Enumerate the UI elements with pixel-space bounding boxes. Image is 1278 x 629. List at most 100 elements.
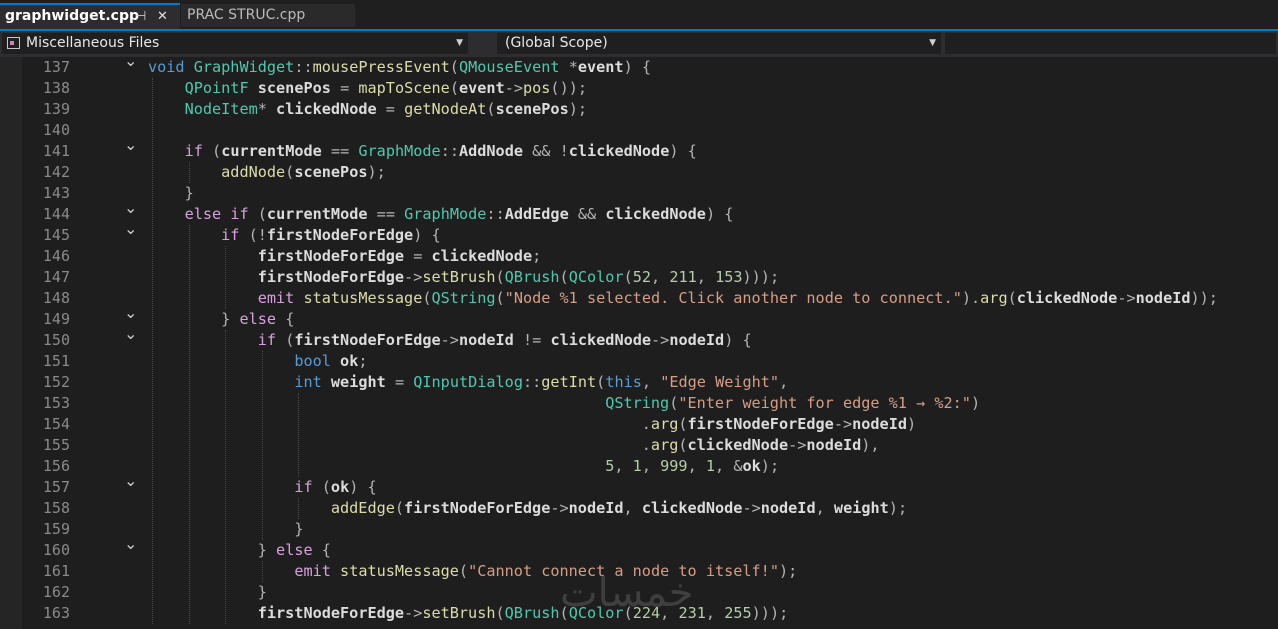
code-text[interactable]: addNode(scenePos); [148, 162, 386, 183]
code-line[interactable]: 153 QString("Enter weight for edge %1 → … [0, 393, 1278, 414]
code-text[interactable]: firstNodeForEdge = clickedNode; [148, 246, 542, 267]
line-number: 139 [42, 100, 70, 118]
navigation-bar: Miscellaneous Files ▼ (Global Scope) ▼ [0, 31, 1278, 57]
code-text[interactable]: 5, 1, 999, 1, &ok); [148, 456, 779, 477]
code-text[interactable]: QPointF scenePos = mapToScene(event->pos… [148, 78, 587, 99]
line-number: 142 [42, 163, 70, 181]
tab-label: PRAC STRUC.cpp [187, 7, 306, 23]
scope-dropdown-value: (Global Scope) [505, 35, 608, 51]
code-text[interactable]: if (firstNodeForEdge->nodeId != clickedN… [148, 330, 752, 351]
fold-chevron-icon[interactable]: ⌄ [124, 473, 137, 489]
line-number: 162 [42, 583, 70, 601]
code-line[interactable]: 140 [0, 120, 1278, 141]
code-line[interactable]: 142 addNode(scenePos); [0, 162, 1278, 183]
tab-graphwidget[interactable]: graphwidget.cpp ⊣ ✕ [0, 3, 180, 29]
code-text[interactable]: void GraphWidget::mousePressEvent(QMouse… [148, 57, 651, 78]
line-number: 141 [42, 142, 70, 160]
code-editor[interactable]: 137 ⌄ void GraphWidget::mousePressEvent(QM… [0, 57, 1278, 629]
line-number: 154 [42, 415, 70, 433]
watermark: خمسات [560, 570, 694, 616]
code-line[interactable]: 144 ⌄ else if (currentMode == GraphMode::… [0, 200, 1278, 225]
code-line[interactable]: 152 int weight = QInputDialog::getInt(th… [0, 372, 1278, 393]
line-number: 163 [42, 604, 70, 622]
code-line[interactable]: 138 QPointF scenePos = mapToScene(event-… [0, 78, 1278, 99]
code-text[interactable]: } [148, 519, 303, 540]
code-text[interactable]: } [148, 582, 267, 603]
fold-chevron-icon[interactable]: ⌄ [124, 536, 137, 552]
code-text[interactable]: bool ok; [148, 351, 367, 372]
line-number: 148 [42, 289, 70, 307]
code-line[interactable]: 159 } [0, 519, 1278, 540]
document-tab-bar: graphwidget.cpp ⊣ ✕ PRAC STRUC.cpp [0, 0, 1278, 31]
code-line[interactable]: 143 } [0, 183, 1278, 204]
code-line[interactable]: 137 ⌄ void GraphWidget::mousePressEvent(QM… [0, 57, 1278, 78]
project-dropdown[interactable]: Miscellaneous Files ▼ [2, 33, 468, 54]
line-number: 160 [42, 541, 70, 559]
code-text[interactable]: } else { [148, 540, 331, 561]
line-number: 140 [42, 121, 70, 139]
fold-chevron-icon[interactable]: ⌄ [124, 200, 137, 216]
code-text[interactable]: emit statusMessage("Cannot connect a nod… [148, 561, 797, 582]
code-text[interactable]: int weight = QInputDialog::getInt(this, … [148, 372, 788, 393]
line-number: 146 [42, 247, 70, 265]
line-number: 149 [42, 310, 70, 328]
line-number: 144 [42, 205, 70, 223]
code-line[interactable]: 141 ⌄ if (currentMode == GraphMode::AddNo… [0, 137, 1278, 162]
line-number: 161 [42, 562, 70, 580]
line-number: 152 [42, 373, 70, 391]
code-line[interactable]: 149 ⌄ } else { [0, 305, 1278, 330]
line-number: 147 [42, 268, 70, 286]
code-line[interactable]: 156 5, 1, 999, 1, &ok); [0, 456, 1278, 477]
code-line[interactable]: 146 firstNodeForEdge = clickedNode; [0, 246, 1278, 267]
code-line[interactable]: 158 addEdge(firstNodeForEdge->nodeId, cl… [0, 498, 1278, 519]
line-number: 159 [42, 520, 70, 538]
fold-chevron-icon[interactable]: ⌄ [124, 326, 137, 342]
code-text[interactable]: if (currentMode == GraphMode::AddNode &&… [148, 141, 697, 162]
scope-dropdown[interactable]: (Global Scope) ▼ [497, 33, 941, 54]
member-dropdown[interactable] [945, 33, 1276, 54]
pin-icon[interactable]: ⊣ [135, 5, 146, 28]
tab-label: graphwidget.cpp [5, 8, 139, 24]
fold-chevron-icon[interactable]: ⌄ [124, 57, 137, 69]
code-text[interactable]: } [148, 183, 194, 204]
project-dropdown-value: Miscellaneous Files [26, 35, 160, 51]
chevron-down-icon: ▼ [929, 38, 936, 48]
code-text[interactable]: else if (currentMode == GraphMode::AddEd… [148, 204, 734, 225]
line-number: 138 [42, 79, 70, 97]
fold-chevron-icon[interactable]: ⌄ [124, 305, 137, 321]
line-number: 155 [42, 436, 70, 454]
code-line[interactable]: 139 NodeItem* clickedNode = getNodeAt(sc… [0, 99, 1278, 120]
code-text[interactable]: .arg(firstNodeForEdge->nodeId) [148, 414, 916, 435]
code-line[interactable]: 154 .arg(firstNodeForEdge->nodeId) [0, 414, 1278, 435]
code-line[interactable]: 157 ⌄ if (ok) { [0, 473, 1278, 498]
code-text[interactable]: .arg(clickedNode->nodeId), [148, 435, 880, 456]
code-text[interactable]: if (ok) { [148, 477, 376, 498]
line-number: 158 [42, 499, 70, 517]
code-line[interactable]: 155 .arg(clickedNode->nodeId), [0, 435, 1278, 456]
fold-chevron-icon[interactable]: ⌄ [124, 137, 137, 153]
code-line[interactable]: 145 ⌄ if (!firstNodeForEdge) { [0, 221, 1278, 246]
fold-chevron-icon[interactable]: ⌄ [124, 221, 137, 237]
code-text[interactable]: } else { [148, 309, 294, 330]
code-line[interactable]: 150 ⌄ if (firstNodeForEdge->nodeId != cli… [0, 326, 1278, 351]
line-number: 150 [42, 331, 70, 349]
code-text[interactable]: firstNodeForEdge->setBrush(QBrush(QColor… [148, 267, 779, 288]
code-line[interactable]: 148 emit statusMessage(QString("Node %1 … [0, 288, 1278, 309]
line-number: 145 [42, 226, 70, 244]
line-number: 151 [42, 352, 70, 370]
chevron-down-icon: ▼ [456, 38, 463, 48]
code-text[interactable]: if (!firstNodeForEdge) { [148, 225, 441, 246]
project-icon [7, 37, 20, 49]
code-text[interactable]: QString("Enter weight for edge %1 → %2:"… [148, 393, 980, 414]
line-number: 137 [42, 58, 70, 76]
code-line[interactable]: 151 bool ok; [0, 351, 1278, 372]
code-line[interactable]: 147 firstNodeForEdge->setBrush(QBrush(QC… [0, 267, 1278, 288]
code-line[interactable]: 160 ⌄ } else { [0, 536, 1278, 561]
line-number: 153 [42, 394, 70, 412]
code-text[interactable]: NodeItem* clickedNode = getNodeAt(sceneP… [148, 99, 587, 120]
line-number: 156 [42, 457, 70, 475]
tab-prac-struc[interactable]: PRAC STRUC.cpp [181, 4, 355, 27]
code-text[interactable]: addEdge(firstNodeForEdge->nodeId, clicke… [148, 498, 907, 519]
code-text[interactable]: emit statusMessage(QString("Node %1 sele… [148, 288, 1218, 309]
close-icon[interactable]: ✕ [157, 5, 168, 28]
